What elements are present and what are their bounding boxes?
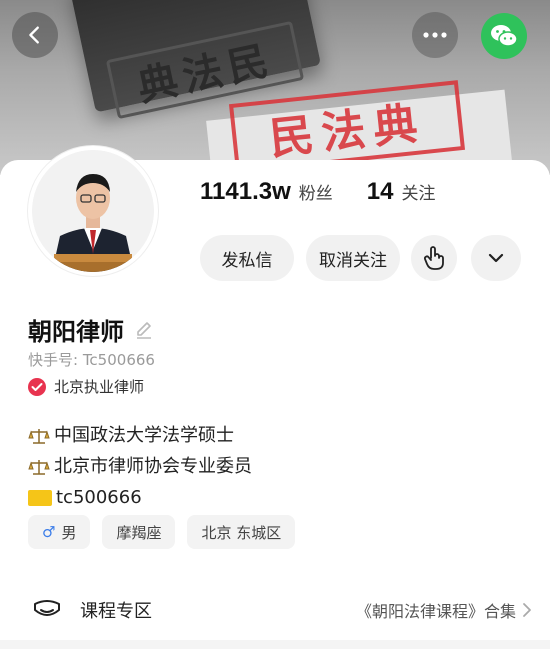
more-dots-icon	[423, 32, 447, 38]
bio-line: tc500666	[28, 482, 252, 513]
kuaishou-id[interactable]: 快手号: Tc500666	[28, 349, 155, 370]
chevron-down-icon	[488, 253, 504, 263]
unfollow-button[interactable]: 取消关注	[306, 235, 400, 281]
edit-pencil-icon[interactable]	[134, 320, 154, 340]
chevron-right-icon	[523, 603, 531, 617]
profile-tags: ♂ 男 摩羯座 北京 东城区	[28, 515, 307, 549]
name-row: 朝阳律师	[28, 312, 154, 347]
bio-education: 中国政法大学法学硕士	[54, 425, 234, 446]
followers-label[interactable]: 粉丝	[299, 179, 333, 204]
bio-line: 中国政法大学法学硕士	[28, 420, 252, 451]
send-message-button[interactable]: 发私信	[200, 235, 294, 281]
male-icon: ♂	[42, 523, 56, 541]
tag-zodiac: 摩羯座	[102, 515, 176, 549]
following-label[interactable]: 关注	[401, 179, 435, 204]
interact-button[interactable]	[411, 235, 457, 281]
bio-line: 北京市律师协会专业委员	[28, 451, 252, 482]
course-section[interactable]: 课程专区 《朝阳法律课程》合集	[0, 590, 550, 630]
verification-text: 北京执业律师	[54, 378, 145, 396]
bio-association: 北京市律师协会专业委员	[54, 456, 252, 477]
section-divider	[0, 640, 550, 649]
back-button[interactable]	[12, 12, 58, 58]
scales-icon	[28, 459, 50, 475]
following-count[interactable]: 14	[367, 178, 394, 206]
bio-contact: tc500666	[56, 487, 142, 508]
wechat-icon	[491, 25, 518, 47]
tag-gender-label: 男	[61, 523, 77, 542]
scales-icon	[28, 428, 50, 444]
avatar-photo	[32, 150, 154, 272]
hand-tap-icon	[424, 246, 444, 270]
avatar[interactable]	[28, 146, 158, 276]
profile-name: 朝阳律师	[28, 318, 124, 346]
verification-row: 北京执业律师	[28, 376, 144, 397]
more-options-button[interactable]	[412, 12, 458, 58]
chevron-left-icon	[29, 26, 39, 44]
tag-location: 北京 东城区	[187, 515, 296, 549]
envelope-icon	[28, 489, 52, 506]
verified-badge-icon	[28, 377, 46, 396]
wechat-share-button[interactable]	[481, 13, 527, 59]
course-title: 课程专区	[80, 601, 152, 622]
profile-stats: 1141.3w 粉丝 14 关注	[200, 178, 435, 206]
more-actions-button[interactable]	[471, 235, 521, 281]
course-icon	[34, 600, 60, 616]
followers-count[interactable]: 1141.3w	[200, 178, 291, 206]
bio: 中国政法大学法学硕士 北京市律师协会专业委员 tc500666	[28, 420, 252, 513]
lawyer-portrait-icon	[32, 150, 154, 272]
course-collection[interactable]: 《朝阳法律课程》合集	[356, 598, 516, 622]
tag-gender: ♂ 男	[28, 515, 91, 549]
